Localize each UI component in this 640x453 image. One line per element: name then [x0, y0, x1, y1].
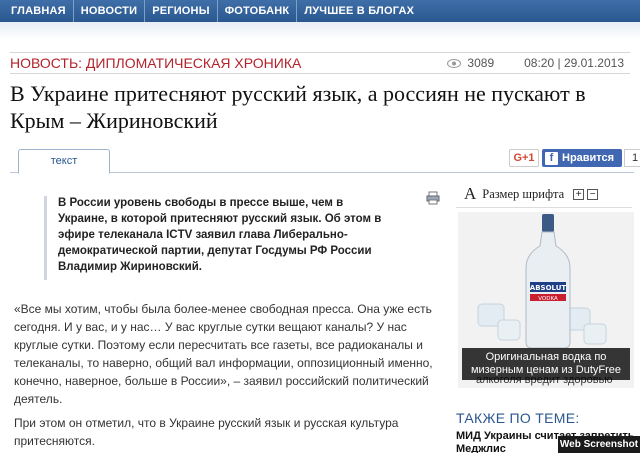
nav-shadow	[0, 22, 640, 40]
nav-item-main[interactable]: ГЛАВНАЯ	[4, 0, 74, 22]
tab-text[interactable]: текст	[18, 149, 110, 174]
advertisement[interactable]: ABSOLUT VODKA алкоголя вредит здоровью О…	[458, 212, 634, 388]
article-title: В Украине притесняют русский язык, а рос…	[10, 81, 586, 133]
font-increase-button[interactable]: +	[573, 188, 585, 200]
facebook-like-label: Нравится	[562, 152, 615, 164]
watermark-badge: Web Screenshot	[558, 436, 640, 453]
sidebar-divider	[456, 207, 632, 208]
facebook-like-count: 1	[624, 149, 640, 167]
svg-text:VODKA: VODKA	[538, 296, 558, 302]
nav-item-photobank[interactable]: ФОТОБАНК	[218, 0, 298, 22]
font-decrease-button[interactable]: −	[587, 188, 599, 200]
font-size-glyph: A	[464, 184, 477, 203]
article-datetime: 08:20 | 29.01.2013	[524, 56, 624, 70]
related-title: ТАКЖЕ ПО ТЕМЕ:	[456, 410, 580, 426]
article-category[interactable]: НОВОСТЬ: ДИПЛОМАТИЧЕСКАЯ ХРОНИКА	[10, 55, 301, 71]
google-plus-button[interactable]: G+1	[509, 149, 539, 167]
font-size-control: A Размер шрифта + −	[464, 184, 599, 204]
article-meta: 3089 08:20 | 29.01.2013	[447, 56, 630, 70]
svg-text:ABSOLUT: ABSOLUT	[530, 284, 567, 292]
eye-icon	[447, 58, 462, 68]
article-meta-bar: НОВОСТЬ: ДИПЛОМАТИЧЕСКАЯ ХРОНИКА 3089 08…	[10, 52, 630, 74]
facebook-icon: f	[545, 151, 558, 165]
print-icon[interactable]	[426, 191, 440, 205]
nav-item-news[interactable]: НОВОСТИ	[74, 0, 146, 22]
ad-caption[interactable]: Оригинальная водка по мизерным ценам из …	[462, 348, 630, 380]
article-lead: В России уровень свободы в прессе выше, …	[58, 197, 382, 273]
article-paragraph-1: «Все мы хотим, чтобы была более-менее св…	[14, 302, 433, 406]
facebook-like-button[interactable]: f Нравится	[542, 149, 622, 167]
font-size-label: Размер шрифта	[482, 186, 565, 201]
view-count: 3089	[467, 56, 495, 70]
article-tabs-row: текст G+1 f Нравится 1	[10, 149, 640, 174]
top-navigation: ГЛАВНАЯ НОВОСТИ РЕГИОНЫ ФОТОБАНК ЛУЧШЕЕ …	[0, 0, 640, 22]
lead-quote-bar	[44, 196, 47, 280]
nav-item-regions[interactable]: РЕГИОНЫ	[145, 0, 218, 22]
article-paragraph-2: При этом он отметил, что в Украине русск…	[14, 416, 399, 448]
nav-item-blogs[interactable]: ЛУЧШЕЕ В БЛОГАХ	[297, 0, 421, 22]
